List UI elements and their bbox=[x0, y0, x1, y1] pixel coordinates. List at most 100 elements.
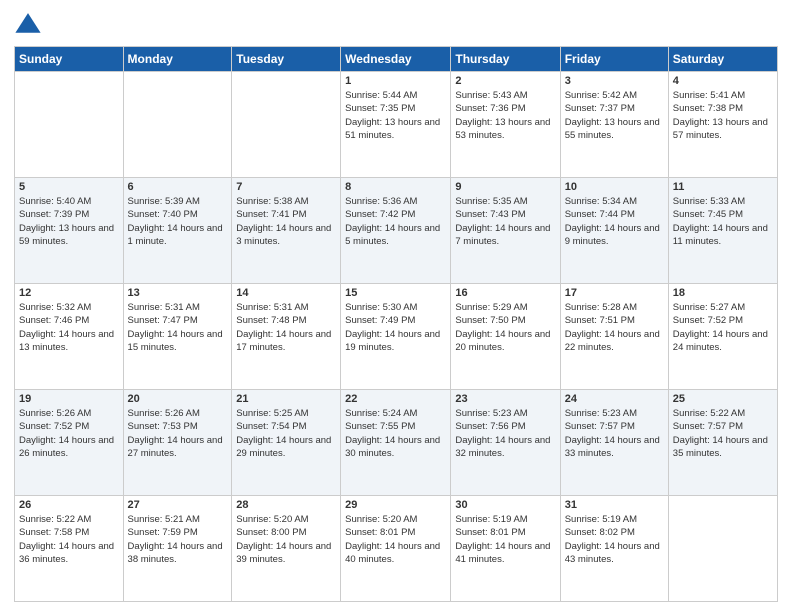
day-info: Sunrise: 5:20 AM Sunset: 8:00 PM Daylight:… bbox=[236, 513, 336, 566]
sunset-text: Sunset: 7:48 PM bbox=[236, 315, 306, 326]
sunset-text: Sunset: 7:56 PM bbox=[455, 421, 525, 432]
calendar-cell: 6Sunrise: 5:39 AMSunset: 7:40 PMDaylight… bbox=[123, 178, 232, 284]
sunset-text: Sunset: 7:45 PM bbox=[673, 209, 743, 220]
day-info: Sunrise: 5:20 AMSunset: 8:01 PMDaylight:… bbox=[345, 513, 446, 566]
day-info: Sunrise: 5:43 AMSunset: 7:36 PMDaylight:… bbox=[455, 89, 555, 142]
day-number: 5 bbox=[19, 181, 119, 193]
day-number: 1 bbox=[345, 75, 446, 87]
day-number: 23 bbox=[455, 393, 555, 405]
day-number: 14 bbox=[236, 287, 336, 299]
sunrise-text: Sunrise: 5:44 AM bbox=[345, 90, 417, 101]
calendar-header-row: SundayMondayTuesdayWednesdayThursdayFrid… bbox=[15, 47, 778, 72]
calendar-cell: 14Sunrise: 5:31 AMSunset: 7:48 PMDayligh… bbox=[232, 284, 341, 390]
daylight-text: Daylight: 14 hours and 26 minutes. bbox=[19, 435, 114, 459]
day-number: 17 bbox=[565, 287, 664, 299]
daylight-text: Daylight: 13 hours and 55 minutes. bbox=[565, 117, 660, 141]
daylight-text: Daylight: 13 hours and 53 minutes. bbox=[455, 117, 550, 141]
daylight-text: Daylight: 14 hours and 39 minutes. bbox=[236, 541, 331, 565]
calendar-cell: 24Sunrise: 5:23 AMSunset: 7:57 PMDayligh… bbox=[560, 390, 668, 496]
day-info: Sunrise: 5:35 AMSunset: 7:43 PMDaylight:… bbox=[455, 195, 555, 248]
day-info: Sunrise: 5:27 AMSunset: 7:52 PMDaylight:… bbox=[673, 301, 773, 354]
sunrise-text: Sunrise: 5:23 AM bbox=[565, 408, 637, 419]
calendar-cell: 1 Sunrise: 5:44 AM Sunset: 7:35 PM Daylight… bbox=[341, 72, 451, 178]
day-number: 9 bbox=[455, 181, 555, 193]
sunset-text: Sunset: 7:40 PM bbox=[128, 209, 198, 220]
calendar-cell: 5Sunrise: 5:40 AMSunset: 7:39 PMDaylight… bbox=[15, 178, 124, 284]
day-info: Sunrise: 5:38 AMSunset: 7:41 PMDaylight:… bbox=[236, 195, 336, 248]
day-info: Sunrise: 5:23 AM Sunset: 7:56 PM Daylight:… bbox=[455, 407, 555, 460]
day-number: 22 bbox=[345, 393, 446, 405]
sunrise-text: Sunrise: 5:41 AM bbox=[673, 90, 745, 101]
day-info: Sunrise: 5:31 AMSunset: 7:47 PMDaylight:… bbox=[128, 301, 228, 354]
sunset-text: Sunset: 8:01 PM bbox=[455, 527, 525, 538]
daylight-text: Daylight: 14 hours and 41 minutes. bbox=[455, 541, 550, 565]
daylight-text: Daylight: 14 hours and 35 minutes. bbox=[673, 435, 768, 459]
calendar-cell: 11Sunrise: 5:33 AMSunset: 7:45 PMDayligh… bbox=[668, 178, 777, 284]
calendar-cell: 9 Sunrise: 5:35 AMSunset: 7:43 PMDaylight… bbox=[451, 178, 560, 284]
calendar-cell: 17Sunrise: 5:28 AMSunset: 7:51 PMDayligh… bbox=[560, 284, 668, 390]
day-number: 10 bbox=[565, 181, 664, 193]
day-info: Sunrise: 5:22 AMSunset: 7:58 PMDaylight:… bbox=[19, 513, 119, 566]
calendar-cell: 16Sunrise: 5:29 AMSunset: 7:50 PMDayligh… bbox=[451, 284, 560, 390]
sunrise-text: Sunrise: 5:32 AM bbox=[19, 302, 91, 313]
sunrise-text: Sunrise: 5:35 AM bbox=[455, 196, 527, 207]
sunrise-text: Sunrise: 5:19 AM bbox=[455, 514, 527, 525]
calendar-cell: 2 Sunrise: 5:43 AMSunset: 7:36 PMDaylight… bbox=[451, 72, 560, 178]
day-info: Sunrise: 5:44 AM Sunset: 7:35 PM Daylight:… bbox=[345, 89, 446, 142]
day-number: 27 bbox=[128, 499, 228, 511]
header bbox=[14, 10, 778, 38]
sunrise-text: Sunrise: 5:26 AM bbox=[19, 408, 91, 419]
daylight-text: Daylight: 14 hours and 19 minutes. bbox=[345, 329, 440, 353]
day-number: 12 bbox=[19, 287, 119, 299]
sunset-text: Sunset: 8:01 PM bbox=[345, 527, 415, 538]
calendar-week-4: 19Sunrise: 5:26 AMSunset: 7:52 PMDayligh… bbox=[15, 390, 778, 496]
day-info: Sunrise: 5:26 AMSunset: 7:52 PMDaylight:… bbox=[19, 407, 119, 460]
daylight-text: Daylight: 14 hours and 5 minutes. bbox=[345, 223, 440, 247]
sunset-text: Sunset: 7:41 PM bbox=[236, 209, 306, 220]
day-info: Sunrise: 5:34 AMSunset: 7:44 PMDaylight:… bbox=[565, 195, 664, 248]
day-number: 13 bbox=[128, 287, 228, 299]
calendar-cell: 20Sunrise: 5:26 AMSunset: 7:53 PMDayligh… bbox=[123, 390, 232, 496]
day-info: Sunrise: 5:19 AM Sunset: 8:01 PM Daylight:… bbox=[455, 513, 555, 566]
daylight-text: Daylight: 14 hours and 17 minutes. bbox=[236, 329, 331, 353]
calendar-cell: 4 Sunrise: 5:41 AM Sunset: 7:38 PM Daylight… bbox=[668, 72, 777, 178]
sunrise-text: Sunrise: 5:23 AM bbox=[455, 408, 527, 419]
calendar-cell: 23 Sunrise: 5:23 AM Sunset: 7:56 PM Dayligh… bbox=[451, 390, 560, 496]
daylight-text: Daylight: 13 hours and 57 minutes. bbox=[673, 117, 768, 141]
day-number: 4 bbox=[673, 75, 773, 87]
sunset-text: Sunset: 8:00 PM bbox=[236, 527, 306, 538]
day-info: Sunrise: 5:25 AMSunset: 7:54 PMDaylight:… bbox=[236, 407, 336, 460]
calendar-cell bbox=[15, 72, 124, 178]
day-number: 26 bbox=[19, 499, 119, 511]
sunset-text: Sunset: 7:50 PM bbox=[455, 315, 525, 326]
calendar: SundayMondayTuesdayWednesdayThursdayFrid… bbox=[14, 46, 778, 602]
daylight-text: Daylight: 14 hours and 32 minutes. bbox=[455, 435, 550, 459]
day-number: 30 bbox=[455, 499, 555, 511]
calendar-cell: 8Sunrise: 5:36 AMSunset: 7:42 PMDaylight… bbox=[341, 178, 451, 284]
sunset-text: Sunset: 8:02 PM bbox=[565, 527, 635, 538]
sunrise-text: Sunrise: 5:31 AM bbox=[128, 302, 200, 313]
day-number: 29 bbox=[345, 499, 446, 511]
column-header-thursday: Thursday bbox=[451, 47, 560, 72]
daylight-text: Daylight: 13 hours and 51 minutes. bbox=[345, 117, 440, 141]
daylight-text: Daylight: 14 hours and 13 minutes. bbox=[19, 329, 114, 353]
calendar-cell bbox=[668, 496, 777, 602]
sunset-text: Sunset: 7:38 PM bbox=[673, 103, 743, 114]
daylight-text: Daylight: 14 hours and 7 minutes. bbox=[455, 223, 550, 247]
day-number: 15 bbox=[345, 287, 446, 299]
day-number: 2 bbox=[455, 75, 555, 87]
sunset-text: Sunset: 7:35 PM bbox=[345, 103, 415, 114]
daylight-text: Daylight: 14 hours and 15 minutes. bbox=[128, 329, 223, 353]
daylight-text: Daylight: 14 hours and 38 minutes. bbox=[128, 541, 223, 565]
sunset-text: Sunset: 7:52 PM bbox=[673, 315, 743, 326]
sunrise-text: Sunrise: 5:20 AM bbox=[236, 514, 308, 525]
day-info: Sunrise: 5:41 AM Sunset: 7:38 PM Daylight:… bbox=[673, 89, 773, 142]
sunrise-text: Sunrise: 5:22 AM bbox=[19, 514, 91, 525]
day-number: 31 bbox=[565, 499, 664, 511]
sunrise-text: Sunrise: 5:34 AM bbox=[565, 196, 637, 207]
daylight-text: Daylight: 14 hours and 36 minutes. bbox=[19, 541, 114, 565]
sunrise-text: Sunrise: 5:24 AM bbox=[345, 408, 417, 419]
day-info: Sunrise: 5:22 AMSunset: 7:57 PMDaylight:… bbox=[673, 407, 773, 460]
calendar-week-1: 1 Sunrise: 5:44 AM Sunset: 7:35 PM Daylight… bbox=[15, 72, 778, 178]
column-header-wednesday: Wednesday bbox=[341, 47, 451, 72]
